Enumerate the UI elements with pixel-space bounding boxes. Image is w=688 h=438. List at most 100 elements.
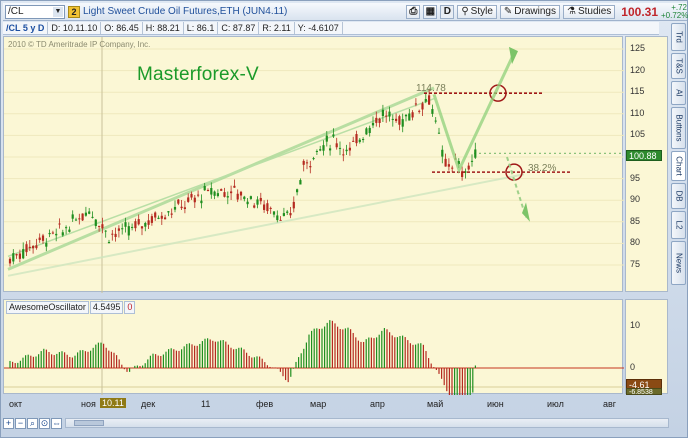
side-tab-trd[interactable]: Trd (671, 23, 686, 51)
date-tick: ноя (81, 399, 96, 409)
candle-body (266, 203, 269, 212)
aggregation-button[interactable]: D (440, 4, 455, 19)
chevron-down-icon[interactable]: ▼ (53, 6, 63, 17)
side-tab-l2[interactable]: L2 (671, 211, 686, 239)
candle-body (345, 149, 348, 152)
candle-body (84, 212, 87, 216)
candle-body (256, 199, 259, 205)
zoom-controls: + − ⌕ ⊙ ⇔ (3, 415, 669, 431)
oscillator-canvas[interactable] (4, 300, 624, 404)
candle-body (32, 246, 35, 249)
candle-body (302, 160, 305, 165)
time-scrollbar[interactable] (65, 418, 669, 428)
zoom-out-icon[interactable]: − (15, 417, 26, 429)
candle-body (362, 138, 365, 140)
side-tab-news[interactable]: News (671, 241, 686, 285)
time-axis[interactable]: окт ноя дек 11 фев мар апр май июн июл авг 10.11 (3, 397, 623, 411)
candle-body (41, 235, 45, 241)
info-low: L: 86.1 (184, 22, 219, 34)
side-tab-ts[interactable]: T&S (671, 53, 686, 79)
candle-body (107, 241, 111, 244)
scroll-thumb[interactable] (74, 420, 104, 426)
candle-body (279, 219, 282, 221)
candle-body (111, 233, 114, 235)
info-range: R: 2.11 (259, 22, 295, 34)
candle-body (289, 213, 292, 216)
candle-body (206, 190, 210, 192)
brand-watermark: Masterforex-V (137, 64, 259, 85)
info-close: C: 87.87 (218, 22, 260, 34)
candle-body (12, 253, 15, 262)
drawings-label: Drawings (514, 5, 556, 17)
candle-body (216, 193, 219, 197)
candle-body (22, 249, 25, 259)
date-tick: май (427, 399, 444, 409)
studies-button[interactable]: ⚗ Studies (562, 4, 616, 19)
side-tab-db[interactable]: DB (671, 183, 686, 209)
candle-body (246, 201, 249, 205)
candle-body (263, 204, 266, 210)
oscillator-axis[interactable]: 10 0 -4.61 -6.8538 (625, 299, 668, 396)
date-tick: авг (603, 399, 617, 409)
print-button[interactable]: ⎙ (406, 4, 421, 19)
side-tab-label: Trd (674, 31, 683, 43)
candle-body (170, 213, 173, 215)
instrument-description: Light Sweet Crude Oil Futures,ETH (JUN4.… (83, 6, 288, 17)
candle-body (91, 216, 94, 218)
candle-body (338, 147, 342, 149)
fib-annotation: 38.2% (528, 163, 557, 174)
candle-body (269, 207, 272, 209)
link-group-badge[interactable]: 2 (68, 5, 80, 18)
printer-icon: ⎙ (409, 5, 418, 17)
candle-body (121, 228, 124, 230)
side-tab-chart[interactable]: Chart (671, 151, 686, 181)
cursor-date-tag: 10.11 (100, 398, 126, 408)
style-label: Style (470, 5, 493, 17)
price-tick: 120 (630, 64, 646, 75)
candle-body (424, 99, 427, 102)
chart-type-button[interactable]: ▦ (423, 4, 438, 19)
drawings-button[interactable]: ✎ Drawings (499, 4, 560, 19)
candle-body (322, 145, 325, 151)
price-axis[interactable]: 1251201151101051009590858075 100.88 (625, 36, 668, 292)
zoom-in-icon[interactable]: + (3, 417, 14, 429)
candle-body (375, 117, 378, 123)
price-tick: 115 (630, 86, 645, 97)
candle-body (15, 254, 18, 256)
candle-body (385, 115, 388, 117)
candle-body (18, 253, 21, 259)
candle-body (437, 132, 441, 134)
last-price: 100.31 (621, 4, 658, 19)
pan-icon[interactable]: ⇔ (51, 417, 62, 429)
series-name[interactable]: /CL 5 y D (3, 22, 49, 34)
osc-tick: 0 (630, 362, 636, 372)
zoom-fit-icon[interactable]: ⌕ (27, 417, 38, 429)
candle-body (81, 213, 84, 221)
oscillator-panel[interactable]: AwesomeOscillator 4.5495 0 (3, 299, 624, 404)
candle-body (101, 224, 104, 229)
candle-body (131, 226, 134, 228)
candle-body (38, 237, 41, 241)
price-chart-panel[interactable]: 2010 © TD Ameritrade IP Company, Inc. Ma… (3, 36, 624, 293)
zoom-reset-icon[interactable]: ⊙ (39, 417, 50, 429)
candle-body (157, 217, 160, 219)
side-tab-buttons[interactable]: Buttons (671, 107, 686, 149)
symbol-input[interactable]: /CL ▼ (5, 4, 65, 19)
candle-body (368, 127, 371, 134)
date-tick: 11 (201, 399, 211, 409)
candle-body (104, 230, 107, 232)
osc-tick: 10 (630, 320, 641, 330)
style-button[interactable]: ⚲ Style (457, 4, 497, 19)
candle-body (414, 103, 417, 105)
candle-body (249, 196, 252, 199)
top-toolbar: /CL ▼ 2 Light Sweet Crude Oil Futures,ET… (3, 3, 688, 21)
study-label[interactable]: AwesomeOscillator 4.5495 0 (6, 301, 136, 314)
side-tab-ai[interactable]: AI (671, 81, 686, 105)
info-y: Y: -4.6107 (295, 22, 343, 34)
candle-body (25, 244, 28, 253)
price-tick: 95 (630, 172, 641, 183)
candle-body (299, 180, 302, 185)
candle-body (470, 160, 474, 162)
price-tick: 75 (630, 259, 641, 269)
candle-body (230, 191, 233, 194)
